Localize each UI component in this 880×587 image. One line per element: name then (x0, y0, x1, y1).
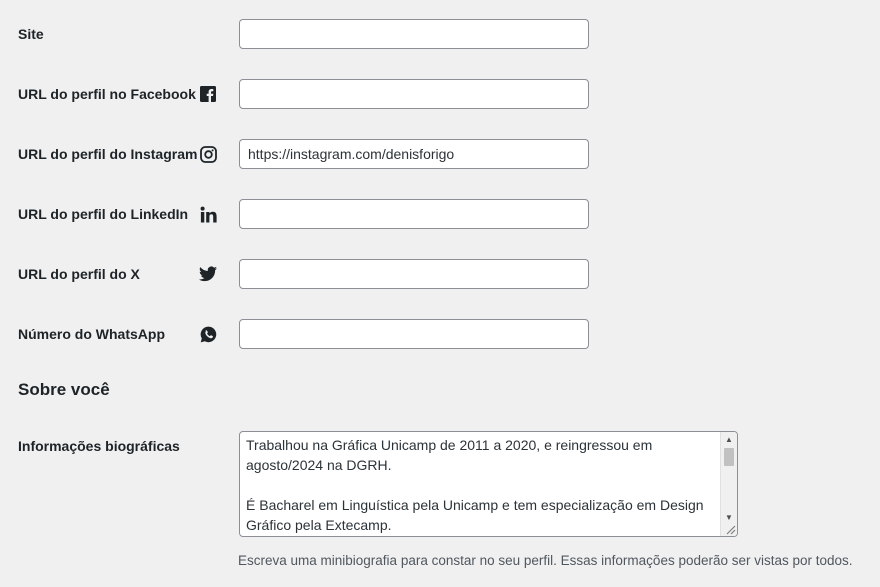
twitter-icon (199, 265, 217, 283)
whatsapp-number-input[interactable] (239, 319, 589, 349)
site-input[interactable] (239, 19, 589, 49)
linkedin-url-input[interactable] (239, 199, 589, 229)
facebook-row: URL do perfil no Facebook (0, 79, 880, 109)
whatsapp-label: Número do WhatsApp (18, 326, 165, 342)
bio-textarea[interactable]: Trabalhou na Gráfica Unicamp de 2011 a 2… (239, 431, 738, 537)
about-section-title: Sobre você (18, 380, 110, 399)
x-label: URL do perfil do X (18, 266, 140, 282)
x-row: URL do perfil do X (0, 259, 880, 289)
instagram-row: URL do perfil do Instagram (0, 139, 880, 169)
linkedin-label: URL do perfil do LinkedIn (18, 206, 189, 222)
instagram-label: URL do perfil do Instagram (18, 146, 198, 162)
resize-grip-icon[interactable] (724, 523, 736, 535)
site-label: Site (18, 26, 44, 42)
facebook-icon (199, 85, 217, 103)
bio-text: Trabalhou na Gráfica Unicamp de 2011 a 2… (246, 437, 704, 533)
scroll-down-arrow-icon[interactable]: ▼ (721, 510, 737, 524)
site-row: Site (0, 19, 880, 49)
instagram-icon (199, 145, 217, 163)
scroll-up-arrow-icon[interactable]: ▲ (721, 432, 737, 446)
bio-label: Informações biográficas (18, 438, 180, 454)
whatsapp-icon (199, 325, 217, 343)
facebook-label: URL do perfil no Facebook (18, 86, 196, 102)
linkedin-icon (199, 205, 217, 223)
bio-scrollbar[interactable]: ▲ ▼ (720, 432, 737, 536)
instagram-url-input[interactable] (239, 139, 589, 169)
whatsapp-row: Número do WhatsApp (0, 319, 880, 349)
facebook-url-input[interactable] (239, 79, 589, 109)
bio-description: Escreva uma minibiografia para constar n… (238, 553, 853, 568)
scroll-thumb[interactable] (724, 448, 734, 466)
x-url-input[interactable] (239, 259, 589, 289)
linkedin-row: URL do perfil do LinkedIn (0, 199, 880, 229)
